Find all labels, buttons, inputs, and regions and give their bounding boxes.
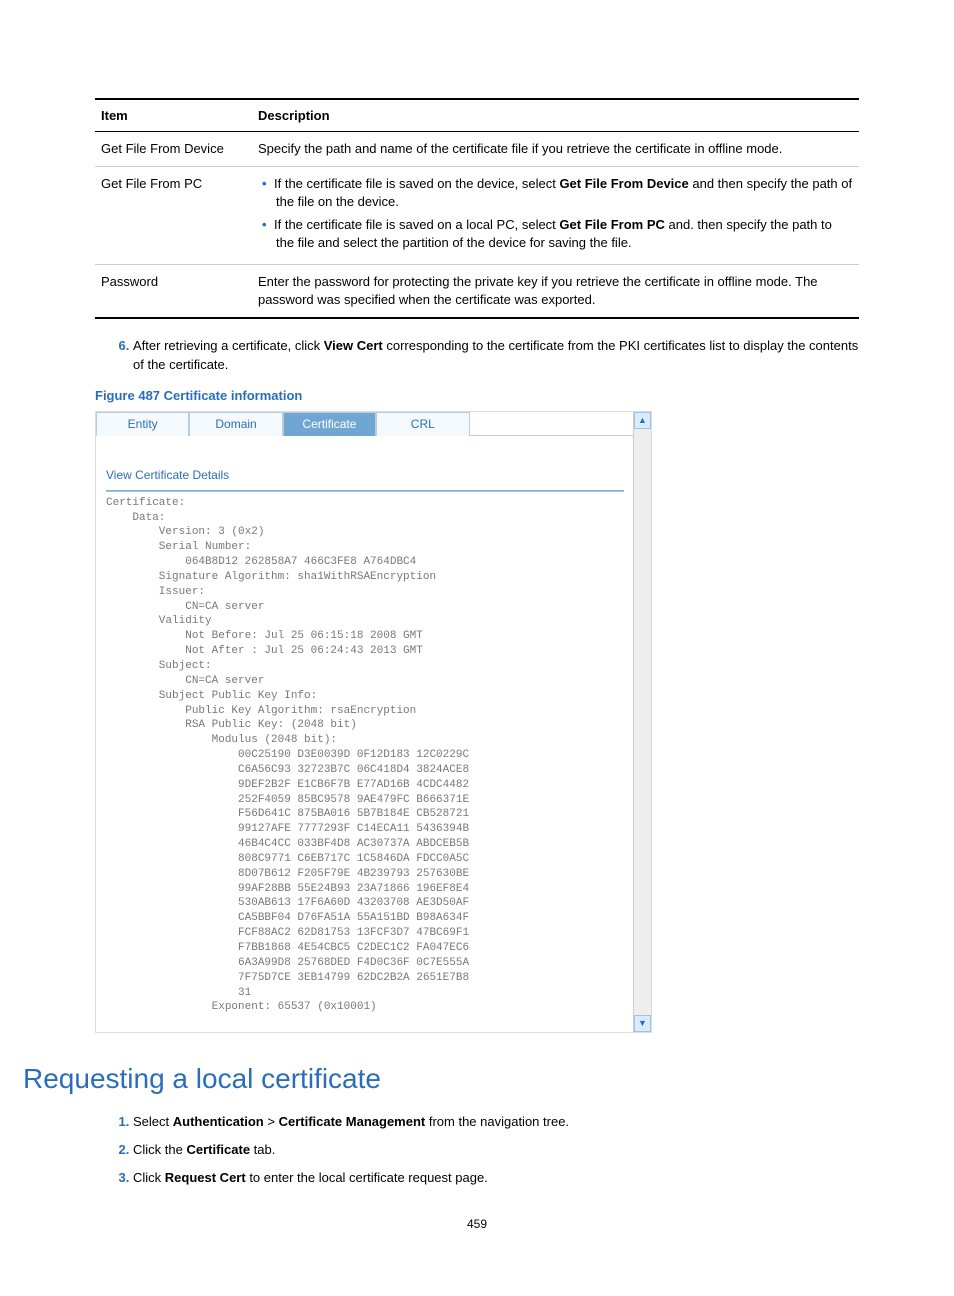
scrollbar[interactable]: ▲ ▼ [633, 412, 651, 1032]
step-item: Click the Certificate tab. [133, 1141, 859, 1159]
step-item: Click Request Cert to enter the local ce… [133, 1169, 859, 1187]
step-item: Select Authentication > Certificate Mana… [133, 1113, 859, 1131]
section-heading: Requesting a local certificate [23, 1063, 859, 1095]
tab-crl[interactable]: CRL [376, 412, 469, 436]
item-cell: Password [95, 264, 252, 318]
view-certificate-header: View Certificate Details [106, 468, 634, 486]
table-row: Password Enter the password for protecti… [95, 264, 859, 318]
bullet-item: If the certificate file is saved on the … [276, 175, 853, 211]
parameters-table: Item Description Get File From Device Sp… [95, 98, 859, 319]
item-cell: Get File From Device [95, 132, 252, 167]
figure-caption: Figure 487 Certificate information [95, 388, 859, 403]
desc-cell: Enter the password for protecting the pr… [252, 264, 859, 318]
table-row: Get File From Device Specify the path an… [95, 132, 859, 167]
col-header-desc: Description [252, 99, 859, 132]
bullet-item: If the certificate file is saved on a lo… [276, 216, 853, 252]
item-cell: Get File From PC [95, 167, 252, 265]
certificate-dump: Certificate: Data: Version: 3 (0x2) Seri… [106, 496, 624, 1016]
tab-certificate[interactable]: Certificate [283, 412, 376, 436]
page-number: 459 [95, 1217, 859, 1231]
divider [106, 490, 624, 492]
tab-domain[interactable]: Domain [189, 412, 282, 436]
tab-entity[interactable]: Entity [96, 412, 189, 436]
col-header-item: Item [95, 99, 252, 132]
table-row: Get File From PC If the certificate file… [95, 167, 859, 265]
desc-cell: If the certificate file is saved on the … [252, 167, 859, 265]
tab-spacer [470, 412, 634, 436]
certificate-info-figure: Entity Domain Certificate CRL View Certi… [95, 411, 652, 1033]
scroll-down-icon[interactable]: ▼ [634, 1015, 651, 1032]
scroll-up-icon[interactable]: ▲ [634, 412, 651, 429]
step-6: After retrieving a certificate, click Vi… [133, 337, 859, 373]
desc-cell: Specify the path and name of the certifi… [252, 132, 859, 167]
tab-bar: Entity Domain Certificate CRL [96, 412, 634, 436]
